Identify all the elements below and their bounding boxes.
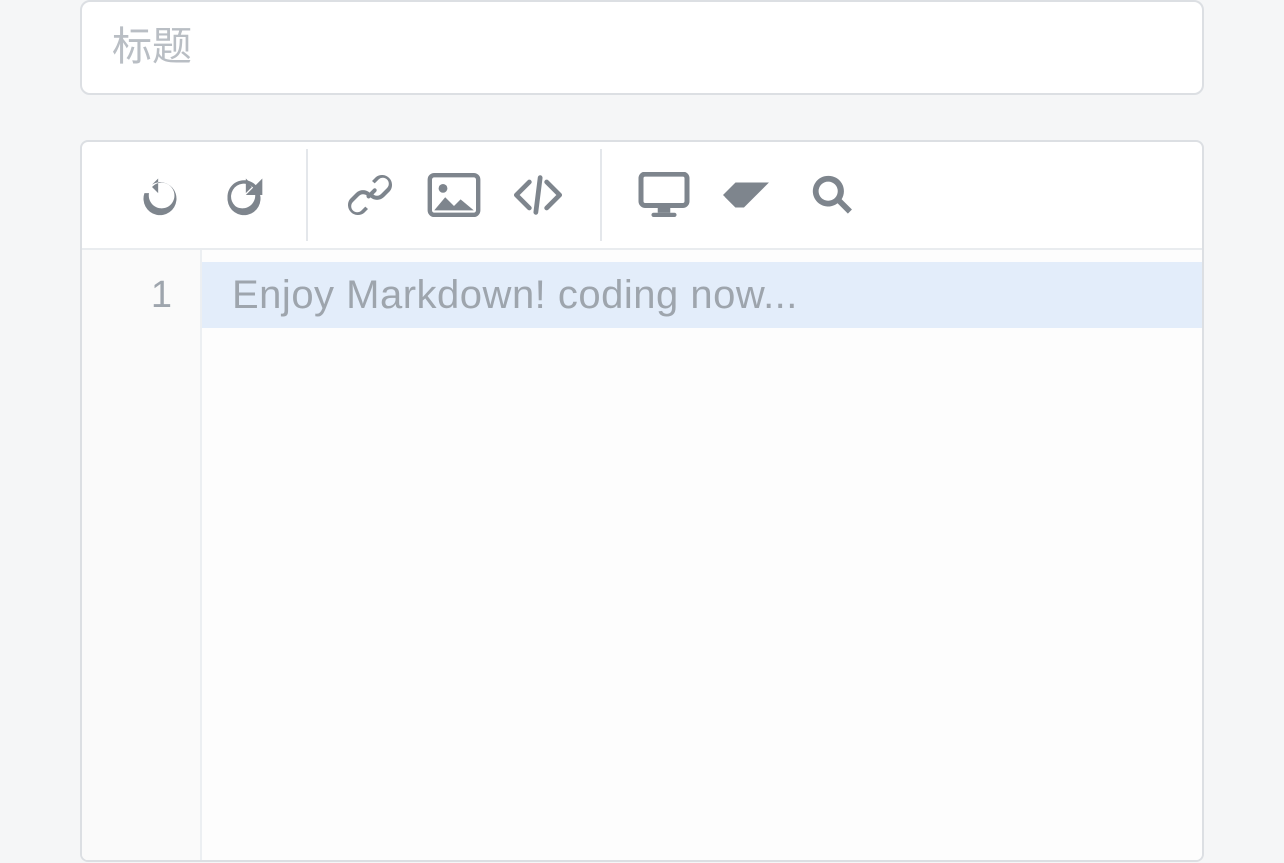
eraser-button[interactable] (706, 159, 790, 231)
line-number: 1 (82, 262, 200, 328)
active-line: Enjoy Markdown! coding now... (202, 262, 1202, 328)
toolbar-separator (600, 149, 602, 241)
title-field-container (80, 0, 1204, 95)
image-button[interactable] (412, 159, 496, 231)
monitor-icon (638, 172, 690, 218)
editor-placeholder: Enjoy Markdown! coding now... (232, 273, 798, 318)
code-icon (512, 175, 564, 215)
link-button[interactable] (328, 159, 412, 231)
toolbar-group-view (610, 149, 886, 241)
code-textarea[interactable]: Enjoy Markdown! coding now... (202, 250, 1202, 860)
search-icon (809, 172, 855, 218)
redo-button[interactable] (202, 159, 286, 231)
preview-button[interactable] (622, 159, 706, 231)
code-button[interactable] (496, 159, 580, 231)
toolbar-group-insert (316, 149, 592, 241)
redo-icon (222, 173, 266, 217)
search-button[interactable] (790, 159, 874, 231)
page-root: 1 Enjoy Markdown! coding now... (0, 0, 1284, 863)
toolbar-separator (306, 149, 308, 241)
editor-body: 1 Enjoy Markdown! coding now... (82, 250, 1202, 860)
line-number-gutter: 1 (82, 250, 202, 860)
undo-icon (138, 173, 182, 217)
image-icon (427, 173, 481, 217)
link-icon (346, 171, 394, 219)
eraser-icon (723, 177, 773, 213)
undo-button[interactable] (118, 159, 202, 231)
editor-toolbar (82, 142, 1202, 250)
markdown-editor: 1 Enjoy Markdown! coding now... (80, 140, 1204, 862)
toolbar-group-history (106, 149, 298, 241)
title-input[interactable] (112, 25, 1172, 70)
